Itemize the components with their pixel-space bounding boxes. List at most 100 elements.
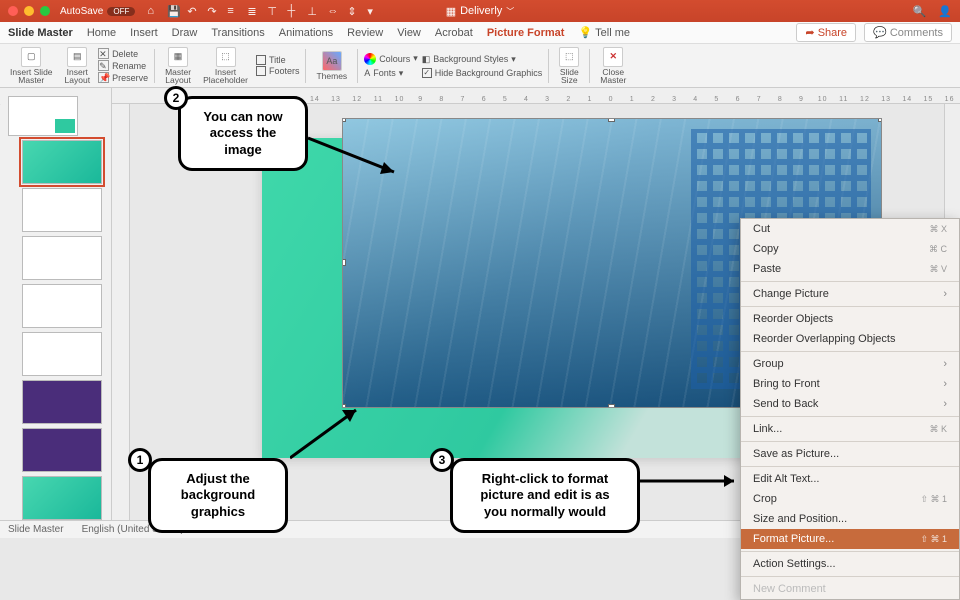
- menu-cut[interactable]: Cut⌘ X: [741, 219, 959, 239]
- colours-dropdown[interactable]: Colours▾: [364, 53, 418, 65]
- slide-size-icon: ⬚: [559, 47, 579, 67]
- themes-button[interactable]: Aa Themes: [312, 51, 351, 81]
- layout-thumbnail[interactable]: [22, 380, 102, 424]
- comments-button[interactable]: 💬 Comments: [864, 23, 952, 42]
- home-icon[interactable]: ⌂: [147, 5, 159, 17]
- layout-thumbnail[interactable]: [22, 476, 102, 520]
- redo-icon[interactable]: ↷: [207, 5, 219, 17]
- menu-edit-alt-text[interactable]: Edit Alt Text...: [741, 469, 959, 489]
- tell-me[interactable]: 💡 Tell me: [578, 26, 630, 39]
- menu-change-picture[interactable]: Change Picture: [741, 284, 959, 304]
- menu-save-as-picture[interactable]: Save as Picture...: [741, 444, 959, 464]
- share-button[interactable]: ➦ Share: [796, 23, 856, 42]
- menu-group[interactable]: Group: [741, 354, 959, 374]
- powerpoint-icon: ▦: [446, 5, 456, 18]
- insert-slide-master-button[interactable]: ▢ Insert Slide Master: [6, 47, 57, 85]
- master-thumbnail[interactable]: 1: [8, 96, 78, 136]
- ribbon-tabs: Slide Master Home Insert Draw Transition…: [0, 22, 960, 44]
- search-icon[interactable]: 🔍: [913, 5, 927, 18]
- colours-icon: [364, 53, 376, 65]
- annotation-badge: 3: [430, 448, 454, 472]
- slide-size-button[interactable]: ⬚ Slide Size: [555, 47, 583, 85]
- window-controls[interactable]: [8, 6, 50, 16]
- align-center-icon[interactable]: ≣: [247, 5, 259, 17]
- delete-button[interactable]: ✕Delete: [98, 48, 148, 59]
- close-master-button[interactable]: ✕ Close Master: [596, 47, 630, 85]
- layout-thumbnail[interactable]: [22, 140, 102, 184]
- annotation-arrow-icon: [308, 128, 408, 178]
- autosave-toggle[interactable]: AutoSave OFF: [60, 6, 135, 17]
- resize-handle[interactable]: [342, 118, 346, 122]
- undo-icon[interactable]: ↶: [187, 5, 199, 17]
- chevron-down-icon[interactable]: ﹀: [506, 6, 514, 17]
- tab-animations[interactable]: Animations: [279, 27, 333, 39]
- tab-view[interactable]: View: [397, 27, 421, 39]
- user-icon[interactable]: 👤: [938, 5, 952, 18]
- zoom-window-icon[interactable]: [40, 6, 50, 16]
- align-left-icon[interactable]: ≡: [227, 5, 239, 17]
- slide-thumbnails-panel[interactable]: 1: [0, 88, 112, 520]
- resize-handle[interactable]: [608, 118, 615, 122]
- layout-thumbnail[interactable]: [22, 188, 102, 232]
- insert-placeholder-button[interactable]: ⬚ Insert Placeholder: [199, 47, 252, 85]
- layout-thumbnail[interactable]: [22, 332, 102, 376]
- preserve-icon: 📌: [98, 72, 109, 83]
- preserve-button[interactable]: 📌Preserve: [98, 72, 148, 83]
- menu-link[interactable]: Link...⌘ K: [741, 419, 959, 439]
- menu-paste[interactable]: Paste⌘ V: [741, 259, 959, 279]
- menu-bring-front[interactable]: Bring to Front: [741, 374, 959, 394]
- background-styles-dropdown[interactable]: ◧Background Styles▾: [422, 54, 543, 65]
- distribute-v-icon[interactable]: ⇕: [347, 5, 359, 17]
- rename-button[interactable]: ✎Rename: [98, 60, 148, 71]
- submenu-arrow-icon: [943, 378, 947, 390]
- menu-format-picture[interactable]: Format Picture...⇧ ⌘ 1: [741, 529, 959, 549]
- autosave-label: AutoSave: [60, 6, 103, 17]
- menu-copy[interactable]: Copy⌘ C: [741, 239, 959, 259]
- layout-thumbnail[interactable]: [22, 428, 102, 472]
- title-checkbox[interactable]: Title: [256, 55, 300, 65]
- menu-reorder-objects[interactable]: Reorder Objects: [741, 309, 959, 329]
- fonts-dropdown[interactable]: AFonts▾: [364, 68, 418, 79]
- themes-icon: Aa: [322, 51, 342, 71]
- close-window-icon[interactable]: [8, 6, 18, 16]
- menu-action-settings[interactable]: Action Settings...: [741, 554, 959, 574]
- comment-icon: 💬: [873, 27, 887, 39]
- master-layout-button[interactable]: ▦ Master Layout: [161, 47, 195, 85]
- tab-transitions[interactable]: Transitions: [211, 27, 264, 39]
- menu-reorder-overlapping[interactable]: Reorder Overlapping Objects: [741, 329, 959, 349]
- menu-new-comment: New Comment: [741, 579, 959, 599]
- tab-review[interactable]: Review: [347, 27, 383, 39]
- menu-send-back[interactable]: Send to Back: [741, 394, 959, 414]
- layout-thumbnail[interactable]: [22, 284, 102, 328]
- tab-picture-format[interactable]: Picture Format: [487, 27, 565, 39]
- tab-draw[interactable]: Draw: [172, 27, 198, 39]
- tab-insert[interactable]: Insert: [130, 27, 158, 39]
- menu-crop[interactable]: Crop⇧ ⌘ 1: [741, 489, 959, 509]
- tab-home[interactable]: Home: [87, 27, 116, 39]
- chevron-down-icon: ▾: [413, 53, 418, 64]
- resize-handle[interactable]: [878, 118, 882, 122]
- delete-icon: ✕: [98, 48, 109, 59]
- layout-thumbnail[interactable]: [22, 236, 102, 280]
- lightbulb-icon: 💡: [578, 26, 592, 39]
- align-middle-icon[interactable]: ┼: [287, 5, 299, 17]
- chevron-down-icon: ▾: [399, 68, 404, 79]
- insert-layout-button[interactable]: ▤ Insert Layout: [61, 47, 95, 85]
- tab-slide-master[interactable]: Slide Master: [8, 27, 73, 39]
- annotation-arrow-icon: [290, 402, 370, 462]
- resize-handle[interactable]: [342, 259, 346, 266]
- qat-dropdown-icon[interactable]: ▾: [367, 5, 379, 17]
- master-layout-icon: ▦: [168, 47, 188, 67]
- align-bottom-icon[interactable]: ⊥: [307, 5, 319, 17]
- footers-checkbox[interactable]: Footers: [256, 66, 300, 76]
- menu-size-position[interactable]: Size and Position...: [741, 509, 959, 529]
- hide-background-checkbox[interactable]: ✓Hide Background Graphics: [422, 68, 543, 78]
- document-title[interactable]: ▦ Deliverly ﹀: [446, 5, 515, 18]
- distribute-h-icon[interactable]: ⇔: [327, 5, 339, 17]
- share-icon: ➦: [805, 27, 814, 39]
- align-top-icon[interactable]: ⊤: [267, 5, 279, 17]
- minimize-window-icon[interactable]: [24, 6, 34, 16]
- tab-acrobat[interactable]: Acrobat: [435, 27, 473, 39]
- resize-handle[interactable]: [608, 404, 615, 408]
- save-icon[interactable]: 💾: [167, 5, 179, 17]
